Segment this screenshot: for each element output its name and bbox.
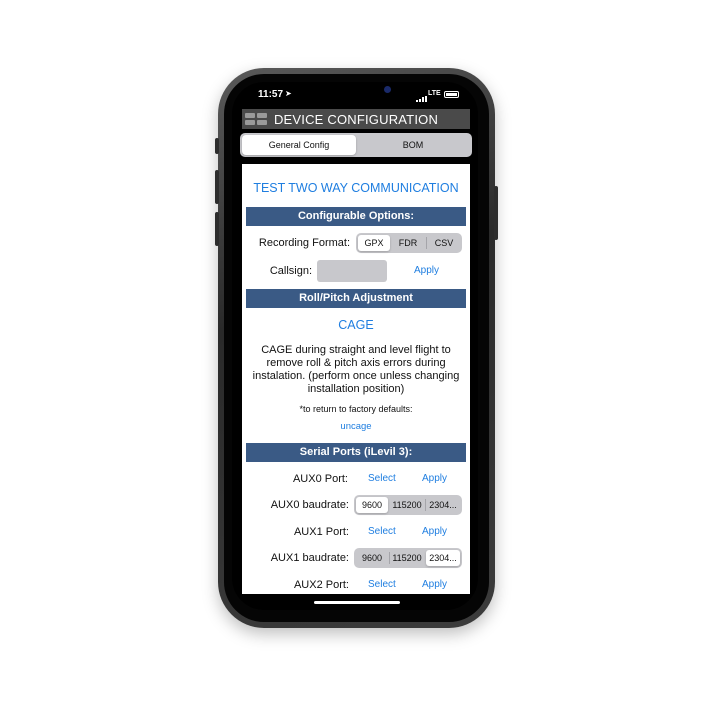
signal-icon: [416, 91, 428, 102]
aux1-baud-230400[interactable]: 2304...: [426, 550, 460, 566]
volume-down-button: [215, 212, 219, 246]
tab-bom[interactable]: BOM: [356, 135, 470, 155]
tab-bar: General Config BOM: [240, 133, 472, 157]
aux0-baud-115200[interactable]: 115200: [390, 497, 424, 513]
front-camera: [384, 86, 391, 93]
home-indicator[interactable]: [314, 601, 400, 604]
aux0-select-link[interactable]: Select: [368, 473, 396, 484]
page-title: DEVICE CONFIGURATION: [273, 112, 439, 127]
aux1-select-link[interactable]: Select: [368, 526, 396, 537]
cage-link[interactable]: CAGE: [242, 318, 470, 332]
aux0-baud-9600[interactable]: 9600: [356, 497, 388, 513]
section-roll-pitch: Roll/Pitch Adjustment: [246, 289, 466, 308]
recording-format-selector: GPX FDR CSV: [356, 233, 462, 253]
tab-general-config[interactable]: General Config: [242, 135, 356, 155]
segment-divider: [426, 237, 427, 249]
aux2-port-label: AUX2 Port:: [293, 579, 349, 591]
volume-up-button: [215, 170, 219, 204]
battery-icon: [444, 91, 459, 98]
silent-switch: [215, 138, 219, 154]
location-icon: ➤: [285, 89, 292, 98]
format-option-gpx[interactable]: GPX: [358, 235, 390, 251]
phone-screen: 11:57 ➤ LTE DEVICE CONFIGURATION General…: [232, 82, 478, 610]
callsign-label: Callsign:: [269, 265, 312, 277]
aux1-apply-link[interactable]: Apply: [422, 526, 447, 537]
section-serial-ports: Serial Ports (iLevil 3):: [246, 443, 466, 462]
app-header: DEVICE CONFIGURATION: [242, 109, 470, 129]
config-content: TEST TWO WAY COMMUNICATION Configurable …: [242, 164, 470, 594]
aux0-apply-link[interactable]: Apply: [422, 473, 447, 484]
aux1-baudrate-selector: 9600 115200 2304...: [354, 548, 462, 568]
status-time: 11:57: [258, 89, 284, 100]
format-option-fdr[interactable]: FDR: [392, 235, 424, 251]
callsign-apply-link[interactable]: Apply: [414, 265, 439, 276]
aux2-apply-link[interactable]: Apply: [422, 579, 447, 590]
aux0-baudrate-selector: 9600 115200 2304...: [354, 495, 462, 515]
format-option-csv[interactable]: CSV: [428, 235, 460, 251]
aux1-baud-115200[interactable]: 115200: [390, 550, 424, 566]
factory-defaults-note: *to return to factory defaults:: [299, 404, 413, 414]
callsign-input[interactable]: [317, 260, 387, 282]
power-button: [494, 186, 498, 240]
cage-description: CAGE during straight and level flight to…: [252, 344, 460, 395]
test-communication-link[interactable]: TEST TWO WAY COMMUNICATION: [242, 181, 470, 195]
recording-format-label: Recording Format:: [258, 237, 350, 249]
network-type: LTE: [428, 90, 441, 97]
aux1-baud-9600[interactable]: 9600: [356, 550, 388, 566]
aux2-select-link[interactable]: Select: [368, 579, 396, 590]
status-bar: 11:57 ➤ LTE: [232, 82, 478, 108]
aux0-port-label: AUX0 Port:: [292, 473, 348, 485]
uncage-link[interactable]: uncage: [242, 421, 470, 432]
aux0-baudrate-label: AUX0 baudrate:: [270, 499, 349, 511]
aux1-port-label: AUX1 Port:: [293, 526, 349, 538]
aux0-baud-230400[interactable]: 2304...: [426, 497, 460, 513]
section-configurable-options: Configurable Options:: [246, 207, 466, 226]
aux1-baudrate-label: AUX1 baudrate:: [270, 552, 349, 564]
